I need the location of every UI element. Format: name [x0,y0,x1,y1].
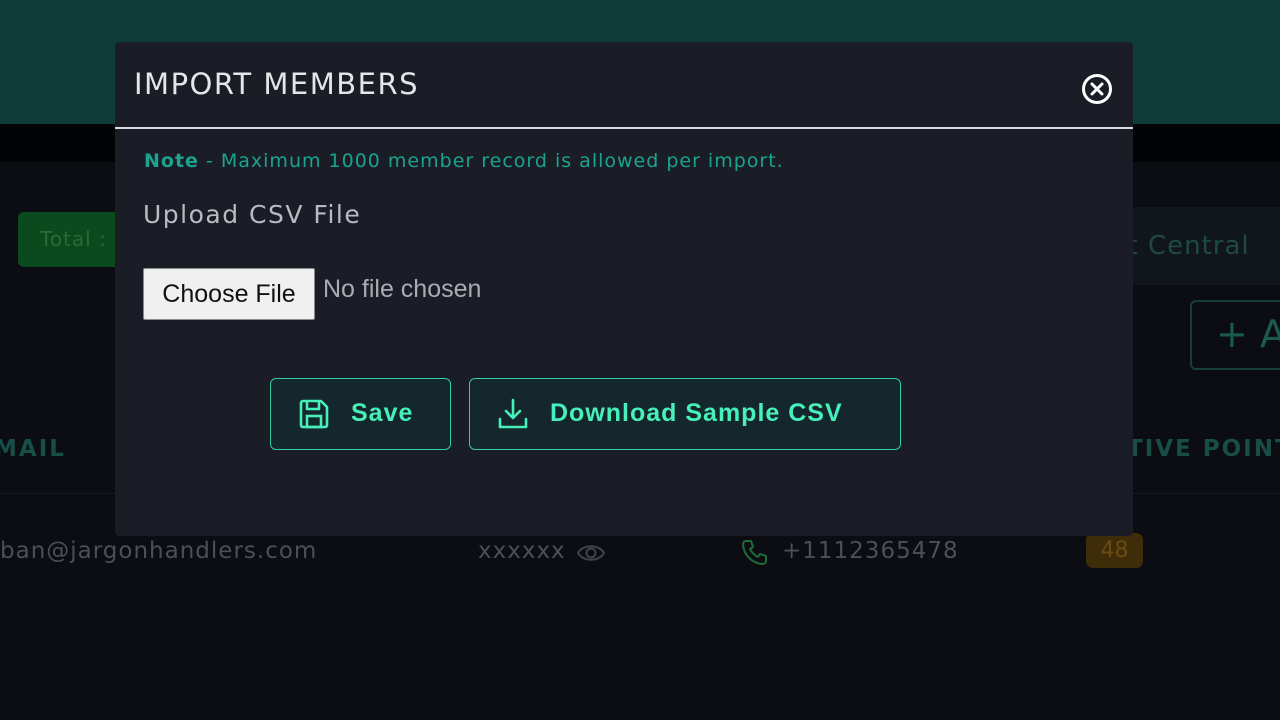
note-text: - Maximum 1000 member record is allowed … [198,150,784,172]
points-badge: 48 [1086,533,1143,568]
add-member-button[interactable]: + A [1190,300,1280,370]
choose-file-button[interactable]: Choose File [143,268,315,320]
column-header-email[interactable]: MAIL [0,436,66,462]
column-header-points[interactable]: TIVE POINT [1127,436,1280,462]
save-button[interactable]: Save [270,378,451,450]
row-password: xxxxxx [478,538,566,564]
row-phone: +1112365478 [782,538,959,564]
eye-icon[interactable] [576,540,606,566]
download-sample-csv-button[interactable]: Download Sample CSV [469,378,901,450]
note-label: Note [144,150,199,172]
save-button-label: Save [351,399,414,427]
file-status: No file chosen [323,275,482,303]
download-button-label: Download Sample CSV [550,399,843,427]
download-icon [498,398,528,429]
floppy-disk-icon [299,399,329,429]
modal-title: IMPORT MEMBERS [134,67,420,101]
row-email: ban@jargonhandlers.com [0,538,318,564]
phone-icon [742,540,767,565]
upload-label: Upload CSV File [143,200,362,229]
import-note: Note - Maximum 1000 member record is all… [144,150,784,172]
import-members-modal: IMPORT MEMBERS Note - Maximum 1000 membe… [115,42,1133,536]
modal-header: IMPORT MEMBERS [115,42,1133,129]
close-icon[interactable] [1080,72,1114,106]
